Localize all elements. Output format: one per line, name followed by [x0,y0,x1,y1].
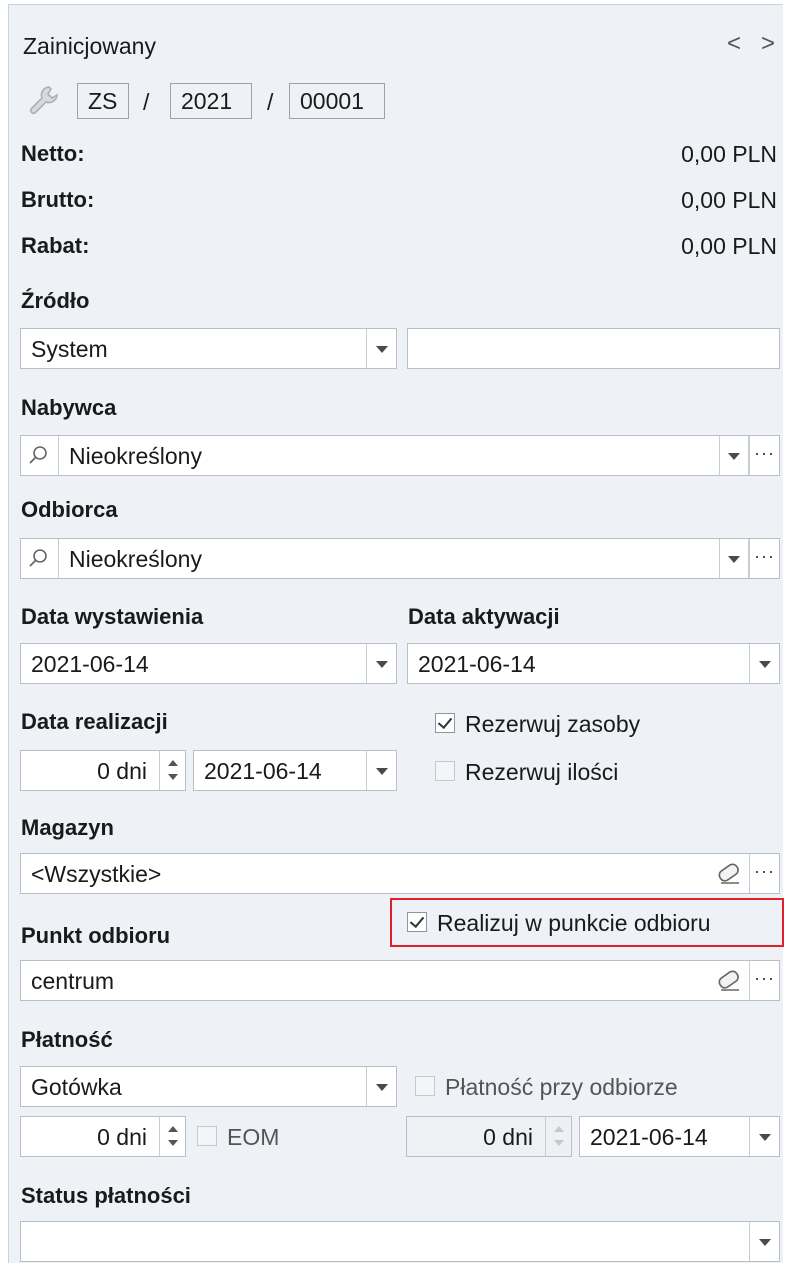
chevron-down-icon[interactable] [749,1222,779,1261]
nabywca-more-button[interactable]: ··· [749,436,779,475]
platnosc-odbiorze-days-value: 0 dni [483,1124,533,1150]
number-prefix-field[interactable]: ZS [77,83,129,119]
data-realizacji-days-stepper[interactable]: 0 dni [20,750,186,791]
brutto-label: Brutto: [21,187,95,212]
rezerwuj-ilosci-checkbox[interactable] [435,761,455,781]
platnosc-days-value: 0 dni [97,1124,147,1150]
zrodlo-extra-field[interactable] [407,328,780,369]
realizuj-highlight-box: Realizuj w punkcie odbioru [390,898,784,947]
status-platnosci-label: Status płatności [21,1183,191,1208]
number-seq-field[interactable]: 00001 [289,83,385,119]
magazyn-more-button[interactable]: ··· [749,854,779,893]
eraser-icon[interactable] [715,966,743,994]
number-separator: / [143,89,150,115]
rabat-label: Rabat: [21,233,90,258]
magazyn-label: Magazyn [21,815,114,840]
rezerwuj-zasoby-checkbox[interactable] [435,713,455,733]
chevron-down-icon[interactable] [719,539,749,578]
magazyn-value: <Wszystkie> [31,861,162,887]
platnosc-value: Gotówka [31,1074,122,1100]
platnosc-przy-odbiorze-label: Płatność przy odbiorze [445,1074,678,1100]
data-aktywacji-label: Data aktywacji [408,604,560,629]
punkt-odbioru-field[interactable]: centrum ··· [20,960,780,1001]
nav-next-button[interactable]: > [761,29,775,59]
platnosc-days-stepper[interactable]: 0 dni [20,1116,186,1157]
netto-value: 0,00 PLN [681,141,777,167]
realizuj-w-punkcie-label: Realizuj w punkcie odbioru [437,910,711,936]
data-wystawienia-picker[interactable]: 2021-06-14 [20,643,397,684]
data-realizacji-picker[interactable]: 2021-06-14 [193,750,397,791]
number-prefix-value: ZS [88,88,118,114]
document-side-panel: Zainicjowany < > ZS / 2021 / 00001 Netto… [8,4,784,1263]
status-platnosci-select[interactable] [20,1221,780,1262]
nav-prev-button[interactable]: < [727,29,741,59]
number-year-value: 2021 [181,88,233,114]
eom-label: EOM [227,1124,280,1150]
chevron-down-icon[interactable] [366,329,396,368]
odbiorca-value: Nieokreślony [69,546,202,572]
netto-label: Netto: [21,141,85,166]
search-icon[interactable] [21,436,59,475]
stepper-arrows-icon[interactable] [159,751,185,790]
eom-checkbox[interactable] [197,1126,217,1146]
odbiorca-label: Odbiorca [21,497,118,522]
zrodlo-select[interactable]: System [20,328,397,369]
wrench-icon[interactable] [27,83,61,117]
stepper-arrows-icon[interactable] [159,1117,185,1156]
nabywca-value: Nieokreślony [69,443,202,469]
stepper-arrows-icon[interactable] [545,1117,571,1156]
magazyn-field[interactable]: <Wszystkie> ··· [20,853,780,894]
chevron-down-icon[interactable] [366,751,396,790]
platnosc-select[interactable]: Gotówka [20,1066,397,1107]
number-seq-value: 00001 [300,88,364,114]
platnosc-label: Płatność [21,1027,113,1052]
search-icon[interactable] [21,539,59,578]
rezerwuj-zasoby-label: Rezerwuj zasoby [465,711,641,737]
data-realizacji-date-value: 2021-06-14 [204,758,322,784]
punkt-odbioru-label: Punkt odbioru [21,923,171,948]
document-status: Zainicjowany [23,33,156,59]
data-realizacji-days-value: 0 dni [97,758,147,784]
platnosc-odbiorze-days-stepper[interactable]: 0 dni [406,1116,572,1157]
nabywca-label: Nabywca [21,395,117,420]
number-year-field[interactable]: 2021 [170,83,252,119]
odbiorca-more-button[interactable]: ··· [749,539,779,578]
punkt-odbioru-more-button[interactable]: ··· [749,961,779,1000]
data-realizacji-label: Data realizacji [21,709,168,734]
nabywca-field[interactable]: Nieokreślony ··· [20,435,780,476]
zrodlo-label: Źródło [21,288,90,313]
rabat-value: 0,00 PLN [681,233,777,259]
eraser-icon[interactable] [715,859,743,887]
platnosc-odbiorze-date-picker[interactable]: 2021-06-14 [579,1116,780,1157]
odbiorca-field[interactable]: Nieokreślony ··· [20,538,780,579]
zrodlo-value: System [31,336,108,362]
platnosc-odbiorze-date-value: 2021-06-14 [590,1124,708,1150]
chevron-down-icon[interactable] [749,1117,779,1156]
realizuj-w-punkcie-checkbox[interactable] [407,912,427,932]
chevron-down-icon[interactable] [719,436,749,475]
data-aktywacji-picker[interactable]: 2021-06-14 [407,643,780,684]
brutto-value: 0,00 PLN [681,187,777,213]
number-separator: / [267,89,274,115]
data-aktywacji-value: 2021-06-14 [418,651,536,677]
punkt-odbioru-value: centrum [31,968,115,994]
chevron-down-icon[interactable] [749,644,779,683]
chevron-down-icon[interactable] [366,1067,396,1106]
rezerwuj-ilosci-label: Rezerwuj ilości [465,759,619,785]
platnosc-przy-odbiorze-checkbox[interactable] [415,1076,435,1096]
data-wystawienia-label: Data wystawienia [21,604,204,629]
chevron-down-icon[interactable] [366,644,396,683]
data-wystawienia-value: 2021-06-14 [31,651,149,677]
